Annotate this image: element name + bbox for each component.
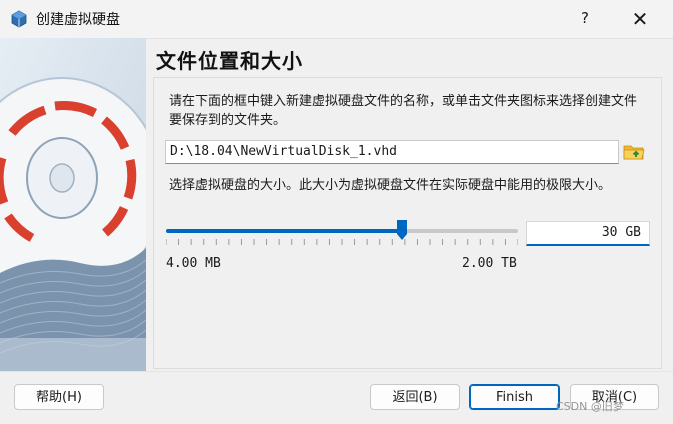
help-button[interactable]: 帮助(H) xyxy=(14,384,104,410)
title-bar: 创建虚拟硬盘 ? ✕ xyxy=(0,0,673,39)
wizard-side-image xyxy=(0,38,146,371)
back-button[interactable]: 返回(B) xyxy=(370,384,460,410)
size-description: 选择虚拟硬盘的大小。此大小为虚拟硬盘文件在实际硬盘中能用的极限大小。 xyxy=(169,178,612,193)
watermark: CSDN @旧梦 xyxy=(556,400,624,413)
size-max-label: 2.00 TB xyxy=(462,256,517,271)
file-path-input[interactable]: D:\18.04\NewVirtualDisk_1.vhd xyxy=(165,140,619,164)
size-slider-thumb[interactable] xyxy=(396,220,407,240)
folder-icon[interactable] xyxy=(622,140,646,164)
close-icon[interactable]: ✕ xyxy=(628,7,652,31)
virtualbox-icon xyxy=(11,10,27,28)
window-title: 创建虚拟硬盘 xyxy=(36,12,120,28)
finish-button[interactable]: Finish xyxy=(469,384,560,410)
size-slider-fill xyxy=(166,229,402,233)
size-min-label: 4.00 MB xyxy=(166,256,221,271)
size-slider-ticks xyxy=(166,239,518,245)
page-title: 文件位置和大小 xyxy=(156,49,303,73)
location-description: 请在下面的框中键入新建虚拟硬盘文件的名称，或单击文件夹图标来选择创建文件要保存到… xyxy=(169,94,638,128)
size-value-input[interactable]: 30 GB xyxy=(526,221,650,246)
help-icon[interactable]: ? xyxy=(575,8,595,28)
size-slider[interactable] xyxy=(166,229,518,233)
